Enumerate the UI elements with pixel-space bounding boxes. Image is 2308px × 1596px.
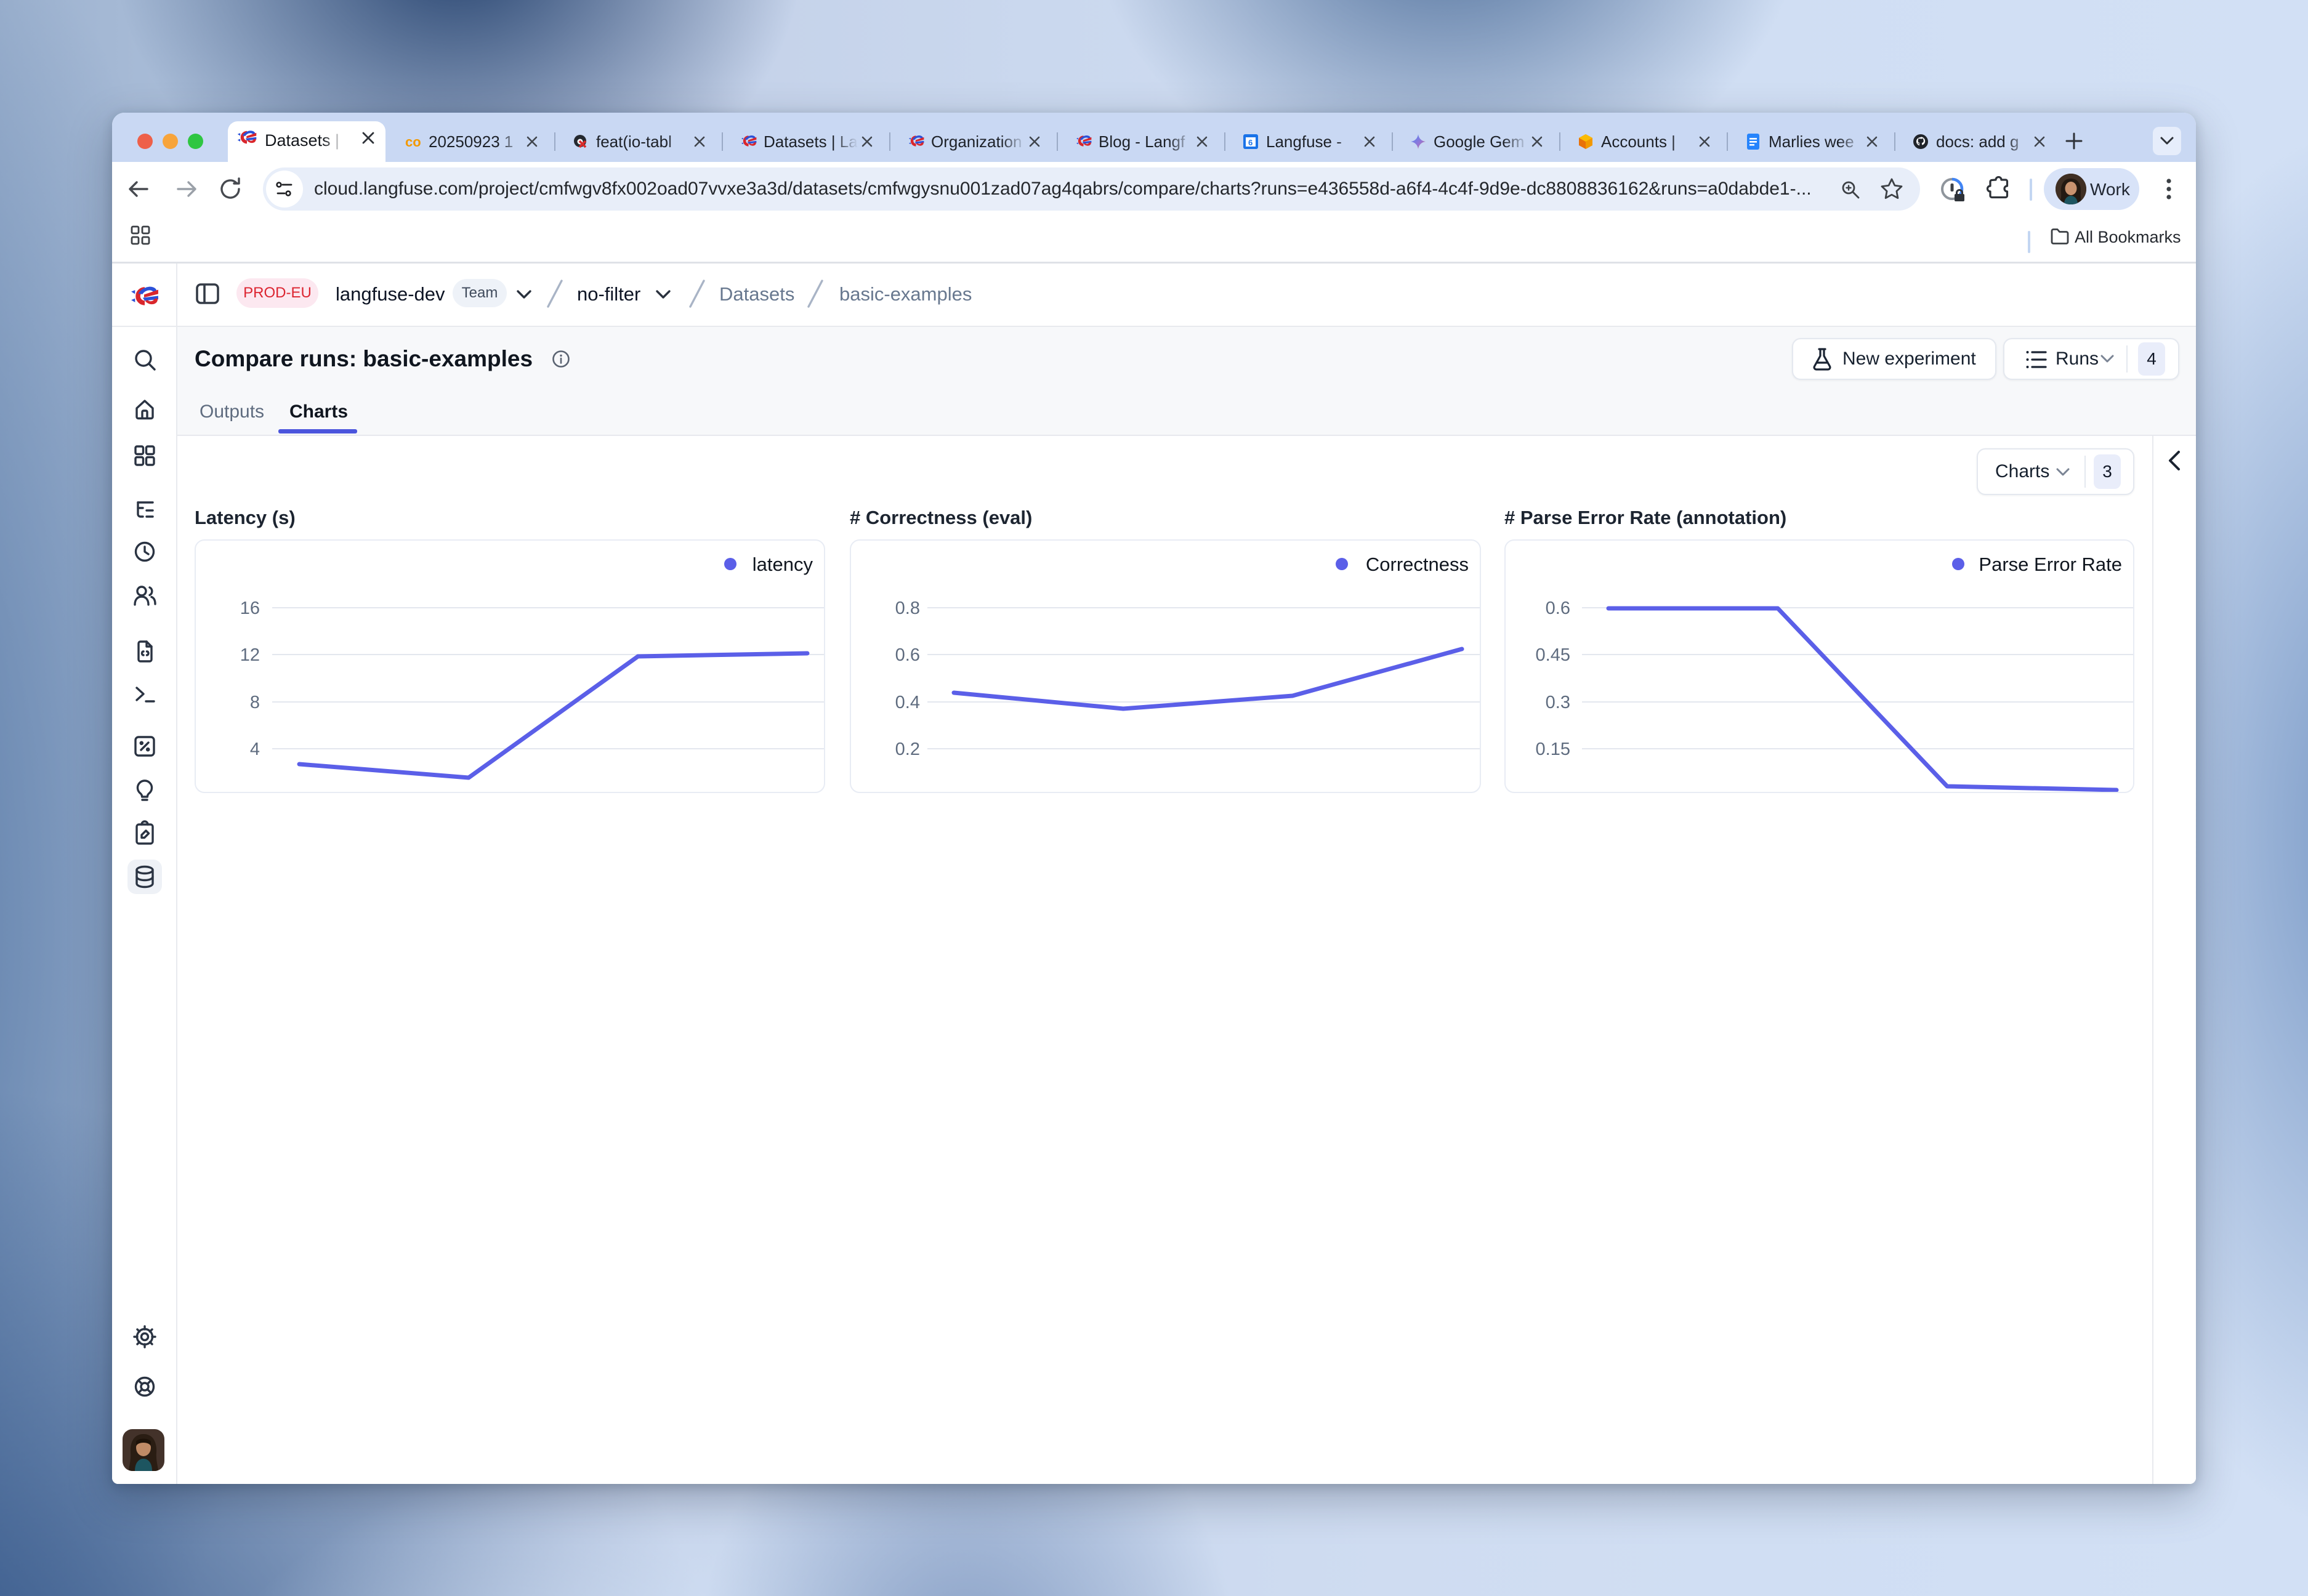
svg-text:0.2: 0.2 bbox=[895, 740, 920, 759]
svg-text:12: 12 bbox=[240, 645, 260, 665]
svg-text:latency: latency bbox=[753, 554, 813, 575]
svg-text:8: 8 bbox=[250, 693, 260, 712]
svg-text:16: 16 bbox=[240, 598, 260, 618]
svg-text:0.8: 0.8 bbox=[895, 598, 920, 618]
svg-text:0.4: 0.4 bbox=[895, 693, 920, 712]
svg-text:6: 6 bbox=[1248, 138, 1253, 147]
svg-text:0.3: 0.3 bbox=[1546, 693, 1570, 712]
svg-text:Correctness: Correctness bbox=[1366, 554, 1469, 575]
svg-text:co: co bbox=[405, 134, 421, 150]
svg-text:4: 4 bbox=[250, 740, 260, 759]
svg-text:0.6: 0.6 bbox=[895, 645, 920, 665]
svg-text:0.6: 0.6 bbox=[1546, 598, 1570, 618]
svg-text:0.45: 0.45 bbox=[1536, 645, 1570, 665]
svg-text:Parse Error Rate: Parse Error Rate bbox=[1979, 554, 2122, 575]
svg-text:0.15: 0.15 bbox=[1536, 740, 1570, 759]
